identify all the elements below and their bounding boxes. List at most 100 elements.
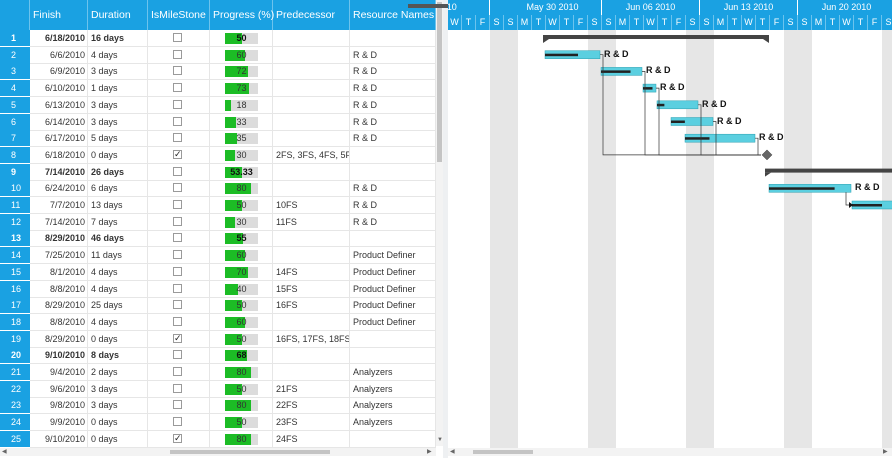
resource-cell[interactable] xyxy=(350,330,436,348)
progress-cell[interactable]: 80 xyxy=(210,364,273,381)
predecessor-cell[interactable] xyxy=(273,113,350,131)
resource-cell[interactable]: Analyzers xyxy=(350,414,436,432)
predecessor-cell[interactable] xyxy=(273,230,350,248)
milestone-checkbox[interactable]: ✓ xyxy=(173,433,182,443)
finish-cell[interactable]: 6/24/2010 xyxy=(30,180,88,198)
duration-cell[interactable]: 4 days xyxy=(88,46,148,64)
predecessor-cell[interactable] xyxy=(273,63,350,81)
finish-cell[interactable]: 6/17/2010 xyxy=(30,130,88,148)
finish-cell[interactable]: 7/14/2010 xyxy=(30,163,88,181)
predecessor-cell[interactable] xyxy=(273,46,350,64)
summary-bar[interactable] xyxy=(765,168,892,173)
duration-cell[interactable]: 16 days xyxy=(88,30,148,47)
duration-cell[interactable]: 7 days xyxy=(88,213,148,231)
progress-cell[interactable]: 80 xyxy=(210,180,273,198)
table-row[interactable]: 4 6/10/2010 1 days 73 R & D xyxy=(0,80,436,98)
progress-cell[interactable]: 70 xyxy=(210,263,273,281)
row-number[interactable]: 6 xyxy=(0,113,30,131)
milestone-cell[interactable] xyxy=(148,213,210,231)
row-number[interactable]: 16 xyxy=(0,280,30,298)
table-row[interactable]: 21 9/4/2010 2 days 80 Analyzers xyxy=(0,364,436,381)
duration-cell[interactable]: 6 days xyxy=(88,180,148,198)
summary-bar-end-cap[interactable] xyxy=(763,39,769,43)
resource-cell[interactable] xyxy=(350,430,436,448)
finish-cell[interactable]: 6/13/2010 xyxy=(30,96,88,114)
table-row[interactable]: 3 6/9/2010 3 days 72 R & D xyxy=(0,63,436,81)
progress-cell[interactable]: 33 xyxy=(210,113,273,131)
predecessor-cell[interactable]: 2FS, 3FS, 4FS, 5FS... xyxy=(273,146,350,164)
row-number[interactable]: 18 xyxy=(0,313,30,331)
milestone-cell[interactable] xyxy=(148,30,210,47)
duration-cell[interactable]: 5 days xyxy=(88,130,148,148)
predecessor-cell[interactable] xyxy=(273,130,350,148)
duration-cell[interactable]: 0 days xyxy=(88,330,148,348)
milestone-checkbox[interactable] xyxy=(173,49,182,59)
resource-cell[interactable]: R & D xyxy=(350,130,436,148)
table-row[interactable]: 22 9/6/2010 3 days 50 21FS Analyzers xyxy=(0,380,436,398)
row-number[interactable]: 25 xyxy=(0,430,30,448)
milestone-cell[interactable] xyxy=(148,46,210,64)
milestone-checkbox[interactable] xyxy=(173,83,182,93)
milestone-checkbox[interactable] xyxy=(173,300,182,310)
predecessor-cell[interactable] xyxy=(273,313,350,331)
grid-vertical-scroll-thumb[interactable] xyxy=(437,2,442,162)
row-number[interactable]: 12 xyxy=(0,213,30,231)
resource-cell[interactable]: Product Definer xyxy=(350,247,436,265)
duration-cell[interactable]: 25 days xyxy=(88,297,148,315)
resource-cell[interactable] xyxy=(350,163,436,181)
table-row[interactable]: 23 9/8/2010 3 days 80 22FS Analyzers xyxy=(0,397,436,415)
column-header-duration[interactable]: Duration xyxy=(88,0,148,30)
progress-cell[interactable]: 18 xyxy=(210,96,273,114)
row-number[interactable]: 11 xyxy=(0,197,30,214)
resource-cell[interactable] xyxy=(350,146,436,164)
predecessor-cell[interactable]: 16FS xyxy=(273,297,350,315)
milestone-cell[interactable] xyxy=(148,297,210,315)
duration-cell[interactable]: 3 days xyxy=(88,380,148,398)
row-number[interactable]: 20 xyxy=(0,347,30,365)
resource-cell[interactable] xyxy=(350,30,436,47)
task-progress-bar[interactable] xyxy=(601,70,631,73)
progress-cell[interactable]: 72 xyxy=(210,63,273,81)
resource-cell[interactable]: Product Definer xyxy=(350,263,436,281)
predecessor-cell[interactable]: 15FS xyxy=(273,280,350,298)
resource-cell[interactable]: Product Definer xyxy=(350,297,436,315)
milestone-cell[interactable]: ✓ xyxy=(148,430,210,448)
milestone-cell[interactable] xyxy=(148,230,210,248)
progress-cell[interactable]: 50 xyxy=(210,30,273,47)
predecessor-cell[interactable]: 14FS xyxy=(273,263,350,281)
milestone-cell[interactable] xyxy=(148,380,210,398)
progress-cell[interactable]: 50 xyxy=(210,197,273,214)
gantt-horizontal-scroll-thumb[interactable] xyxy=(473,450,533,454)
milestone-checkbox[interactable] xyxy=(173,99,182,109)
finish-cell[interactable]: 8/8/2010 xyxy=(30,280,88,298)
finish-cell[interactable]: 6/10/2010 xyxy=(30,80,88,98)
finish-cell[interactable]: 6/18/2010 xyxy=(30,146,88,164)
predecessor-cell[interactable]: 11FS xyxy=(273,213,350,231)
table-row[interactable]: 6 6/14/2010 3 days 33 R & D xyxy=(0,113,436,131)
table-row[interactable]: 5 6/13/2010 3 days 18 R & D xyxy=(0,96,436,114)
duration-cell[interactable]: 0 days xyxy=(88,146,148,164)
progress-cell[interactable]: 68 xyxy=(210,347,273,365)
progress-cell[interactable]: 73 xyxy=(210,80,273,98)
table-row[interactable]: 20 9/10/2010 8 days 68 xyxy=(0,347,436,365)
row-number[interactable]: 10 xyxy=(0,180,30,198)
milestone-cell[interactable] xyxy=(148,197,210,214)
duration-cell[interactable]: 26 days xyxy=(88,163,148,181)
resource-cell[interactable] xyxy=(350,230,436,248)
resource-cell[interactable]: Product Definer xyxy=(350,280,436,298)
column-header-finish[interactable]: Finish xyxy=(30,0,88,30)
predecessor-cell[interactable] xyxy=(273,30,350,47)
finish-cell[interactable]: 6/6/2010 xyxy=(30,46,88,64)
finish-cell[interactable]: 7/7/2010 xyxy=(30,197,88,214)
milestone-checkbox[interactable] xyxy=(173,233,182,243)
progress-cell[interactable]: 80 xyxy=(210,430,273,448)
duration-cell[interactable]: 46 days xyxy=(88,230,148,248)
summary-bar[interactable] xyxy=(543,35,769,39)
milestone-cell[interactable] xyxy=(148,397,210,415)
finish-cell[interactable]: 6/14/2010 xyxy=(30,113,88,131)
grid-horizontal-scroll-thumb[interactable] xyxy=(170,450,330,454)
milestone-cell[interactable] xyxy=(148,280,210,298)
progress-cell[interactable]: 55 xyxy=(210,230,273,248)
milestone-checkbox[interactable] xyxy=(173,133,182,143)
table-row[interactable]: 12 7/14/2010 7 days 30 11FS R & D xyxy=(0,213,436,231)
